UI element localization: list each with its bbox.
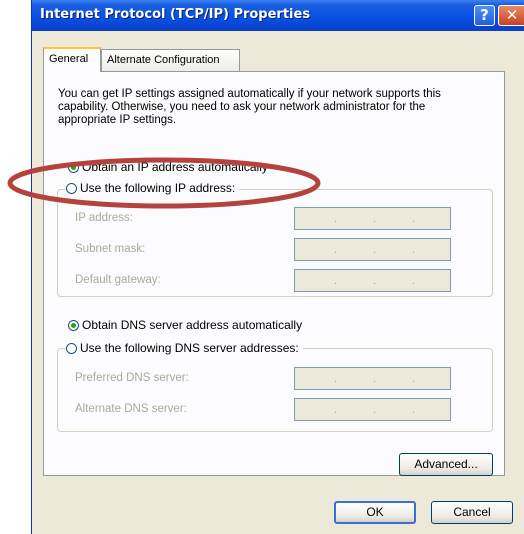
use-following-dns-radio[interactable] [66, 342, 77, 354]
default-gateway-label: Default gateway: [75, 274, 161, 286]
close-button[interactable]: ✕ [498, 5, 524, 26]
close-icon: ✕ [505, 6, 519, 24]
tcpip-properties-dialog: Internet Protocol (TCP/IP) Properties ? … [31, 0, 524, 534]
ip-address-label: IP address: [75, 212, 133, 224]
help-icon: ? [480, 6, 489, 24]
subnet-mask-label: Subnet mask: [75, 243, 146, 255]
description-text: You can get IP settings assigned automat… [58, 88, 441, 126]
tab-general-label: General [49, 53, 89, 65]
use-following-dns-label: Use the following DNS server addresses: [80, 341, 299, 355]
ok-button[interactable]: OK [334, 501, 416, 524]
tab-alternate-configuration[interactable]: Alternate Configuration [101, 49, 240, 71]
obtain-ip-auto-option[interactable]: Obtain an IP address automatically [68, 160, 268, 174]
cancel-button[interactable]: Cancel [431, 501, 513, 524]
alternate-dns-label: Alternate DNS server: [75, 403, 187, 415]
tab-alternate-label: Alternate Configuration [107, 54, 220, 66]
preferred-dns-input[interactable]: ... [294, 367, 451, 390]
obtain-ip-auto-radio[interactable] [68, 161, 79, 173]
tab-general[interactable]: General [43, 47, 101, 72]
obtain-ip-auto-label: Obtain an IP address automatically [82, 160, 268, 174]
use-following-dns-option[interactable]: Use the following DNS server addresses: [66, 341, 303, 355]
title-bar[interactable]: Internet Protocol (TCP/IP) Properties ? … [32, 0, 524, 31]
subnet-mask-input[interactable]: ... [294, 238, 451, 261]
use-following-ip-radio[interactable] [66, 182, 77, 194]
obtain-dns-auto-label: Obtain DNS server address automatically [82, 318, 303, 332]
use-following-ip-label: Use the following IP address: [80, 181, 236, 195]
preferred-dns-label: Preferred DNS server: [75, 372, 189, 384]
advanced-button[interactable]: Advanced... [399, 453, 493, 476]
obtain-dns-auto-option[interactable]: Obtain DNS server address automatically [68, 318, 302, 332]
window-title: Internet Protocol (TCP/IP) Properties [40, 7, 311, 22]
obtain-dns-auto-radio[interactable] [68, 319, 79, 331]
use-following-ip-option[interactable]: Use the following IP address: [66, 181, 240, 195]
general-tab-panel: You can get IP settings assigned automat… [43, 71, 505, 476]
alternate-dns-input[interactable]: ... [294, 398, 451, 421]
help-button[interactable]: ? [474, 5, 495, 26]
ip-address-input[interactable]: ... [294, 207, 451, 230]
default-gateway-input[interactable]: ... [294, 269, 451, 292]
